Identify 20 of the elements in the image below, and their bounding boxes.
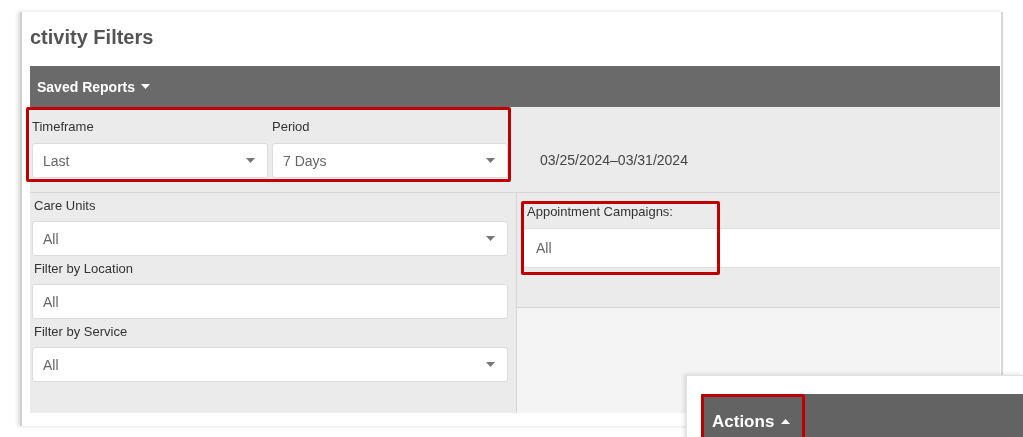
caret-icon bbox=[246, 158, 255, 163]
field-label: Appointment Campaigns: bbox=[526, 203, 674, 221]
dropdown[interactable]: Last bbox=[32, 143, 268, 178]
page-title: ctivity Filters bbox=[29, 25, 155, 50]
field-label: Period bbox=[272, 118, 311, 136]
field-label: Filter by Service bbox=[33, 323, 129, 341]
dropdown[interactable]: 7 Days bbox=[272, 143, 508, 178]
dropdown[interactable]: All bbox=[32, 221, 508, 256]
actions-menu[interactable]: Actions bbox=[701, 394, 806, 437]
field-label: Timeframe bbox=[32, 118, 95, 136]
saved-reports-menu[interactable]: Saved Reports bbox=[30, 78, 158, 95]
field-label: Care Units bbox=[33, 197, 97, 215]
input-field[interactable]: All bbox=[521, 228, 1000, 268]
input-field[interactable]: All bbox=[32, 284, 508, 319]
caret-icon bbox=[486, 158, 495, 163]
field-label: Filter by Location bbox=[33, 260, 134, 278]
caret-icon bbox=[486, 236, 495, 241]
date-range: 03/25/2024–03/31/2024 bbox=[540, 152, 688, 168]
dropdown[interactable]: All bbox=[32, 347, 508, 382]
caret-icon bbox=[486, 362, 495, 367]
